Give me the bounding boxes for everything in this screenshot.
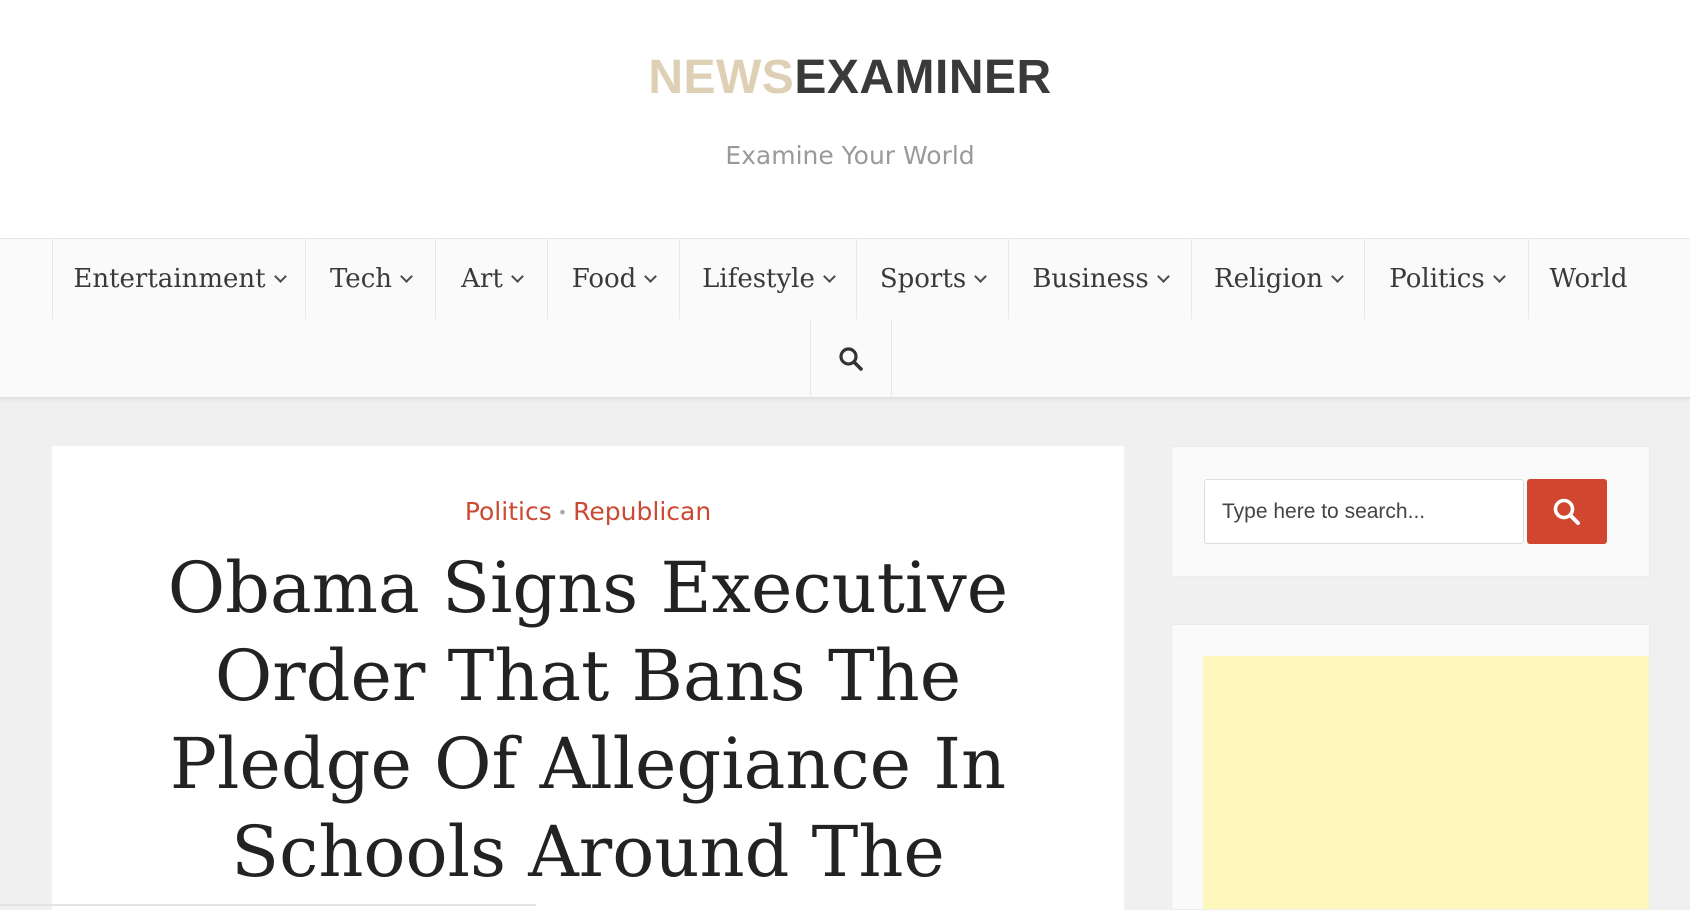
nav-item-lifestyle[interactable]: Lifestyle <box>679 239 856 319</box>
nav-item-label: World <box>1549 264 1628 294</box>
main-navigation: Entertainment Tech Art Food Lifestyle Sp… <box>0 238 1690 399</box>
nav-item-label: Religion <box>1214 264 1323 294</box>
nav-item-business[interactable]: Business <box>1008 239 1191 319</box>
logo-news: NEWS <box>648 51 795 104</box>
search-icon <box>1553 498 1580 525</box>
nav-item-sports[interactable]: Sports <box>856 239 1008 319</box>
site-header: NEWSEXAMINER Examine Your World <box>0 0 1690 238</box>
nav-item-label: Politics <box>1389 264 1485 294</box>
chevron-down-icon <box>273 269 287 283</box>
nav-item-label: Sports <box>879 264 967 294</box>
nav-item-label: Art <box>461 264 503 294</box>
article-categories: Politics • Republican <box>52 496 1124 529</box>
nav-item-politics[interactable]: Politics <box>1364 239 1528 319</box>
chevron-down-icon <box>1156 269 1170 283</box>
nav-search-button[interactable] <box>810 319 892 399</box>
sidebar-ad-widget <box>1171 624 1650 910</box>
nav-item-label: Tech <box>329 264 393 294</box>
nav-item-label: Food <box>571 264 637 294</box>
site-tagline: Examine Your World <box>725 141 975 170</box>
nav-item-religion[interactable]: Religion <box>1191 239 1364 319</box>
divider <box>0 904 536 906</box>
article-title: Obama Signs Executive Order That Bans Th… <box>167 547 1009 893</box>
search-icon <box>839 347 863 371</box>
chevron-down-icon <box>974 269 988 283</box>
sidebar-search-widget <box>1171 446 1650 577</box>
search-button[interactable] <box>1527 479 1607 544</box>
category-link-politics[interactable]: Politics <box>465 497 552 526</box>
chevron-down-icon <box>823 269 836 283</box>
chevron-down-icon <box>1331 269 1344 283</box>
nav-item-food[interactable]: Food <box>547 239 679 319</box>
nav-item-label: Entertainment <box>73 264 266 294</box>
chevron-down-icon <box>1492 269 1506 283</box>
nav-item-label: Lifestyle <box>702 264 815 294</box>
ad-slot[interactable] <box>1203 656 1649 909</box>
chevron-down-icon <box>644 269 658 283</box>
nav-item-tech[interactable]: Tech <box>305 239 435 319</box>
article-card: Politics • Republican Obama Signs Executiv… <box>52 446 1124 910</box>
chevron-down-icon <box>400 269 413 283</box>
nav-item-art[interactable]: Art <box>435 239 547 319</box>
nav-item-entertainment[interactable]: Entertainment <box>52 239 305 319</box>
category-separator: • <box>557 503 568 522</box>
logo-examiner: EXAMINER <box>794 51 1052 104</box>
nav-item-world[interactable]: World <box>1528 239 1648 319</box>
chevron-down-icon <box>510 269 524 283</box>
category-link-republican[interactable]: Republican <box>573 497 711 526</box>
search-input[interactable] <box>1204 479 1524 544</box>
site-logo[interactable]: NEWSEXAMINER <box>0 54 1690 102</box>
nav-item-label: Business <box>1032 264 1149 294</box>
